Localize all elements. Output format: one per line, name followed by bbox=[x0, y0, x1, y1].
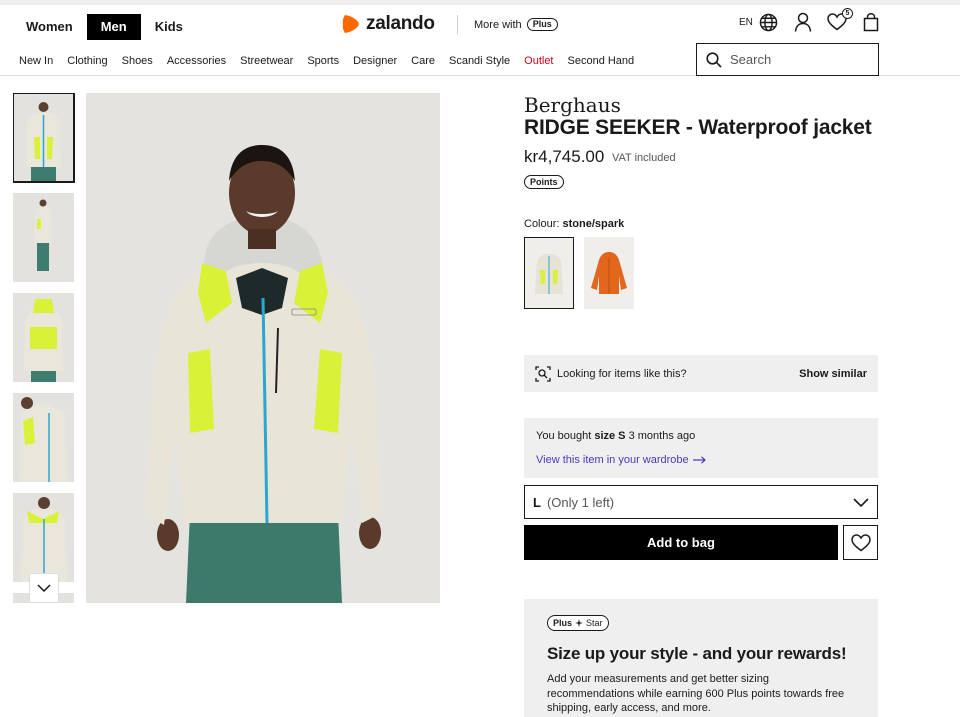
size-availability: (Only 1 left) bbox=[546, 494, 615, 510]
gender-tab-kids[interactable]: Kids bbox=[141, 14, 197, 40]
arrow-right-icon bbox=[692, 456, 706, 464]
plus-badge: Plus bbox=[526, 18, 558, 31]
gender-tab-men[interactable]: Men bbox=[86, 14, 141, 40]
sparkle-icon bbox=[575, 619, 584, 627]
promo-title: Size up your style - and your rewards! bbox=[547, 644, 847, 663]
add-to-bag-button[interactable]: Add to bag bbox=[524, 525, 838, 560]
heart-icon bbox=[850, 533, 871, 551]
search-input[interactable] bbox=[730, 52, 860, 67]
logo-text: zalando bbox=[366, 13, 435, 34]
purchase-suffix: 3 months ago bbox=[628, 430, 696, 442]
show-similar-button[interactable]: Show similar bbox=[799, 368, 867, 380]
heart-icon[interactable]: 5 bbox=[827, 8, 853, 32]
wardrobe-link-label: View this item in your wardrobe bbox=[536, 454, 689, 466]
logo-divider bbox=[457, 15, 458, 34]
top-strip bbox=[0, 0, 960, 5]
product-price: kr4,745.00 bbox=[524, 147, 605, 166]
nav-item-care[interactable]: Care bbox=[411, 55, 435, 67]
colour-swatch-stone-spark[interactable] bbox=[524, 237, 574, 309]
points-badge-label: Points bbox=[530, 177, 558, 187]
purchase-history-text: You bought size S 3 months ago bbox=[536, 430, 866, 442]
product-main-image[interactable] bbox=[86, 93, 440, 603]
nav-item-designer[interactable]: Designer bbox=[353, 55, 397, 67]
chevron-down-icon bbox=[853, 497, 869, 507]
similar-items-text: Looking for items like this? bbox=[557, 367, 687, 380]
colour-value: stone/spark bbox=[562, 218, 625, 230]
nav-item-streetwear[interactable]: Streetwear bbox=[240, 55, 293, 67]
search-box[interactable] bbox=[696, 43, 879, 76]
gender-nav: Women Men Kids bbox=[16, 14, 197, 40]
plus-star-badge-star: Star bbox=[586, 618, 603, 628]
nav-item-scandi-style[interactable]: Scandi Style bbox=[449, 55, 510, 67]
nav-item-outlet[interactable]: Outlet bbox=[524, 55, 553, 67]
bag-icon[interactable] bbox=[861, 12, 881, 32]
plus-promo-card: Plus Star Size up your style - and your … bbox=[524, 599, 878, 717]
colour-label: Colour: stone/spark bbox=[524, 218, 624, 230]
header-icons: EN 5 bbox=[739, 8, 895, 32]
add-to-wishlist-button[interactable] bbox=[843, 525, 878, 560]
product-brand[interactable]: Berghaus bbox=[524, 93, 621, 117]
category-nav: New In Clothing Shoes Accessories Street… bbox=[19, 55, 648, 67]
vat-note: VAT included bbox=[612, 152, 676, 164]
plus-star-badge-plus: Plus bbox=[553, 618, 573, 628]
purchase-size: size S bbox=[594, 430, 626, 442]
thumbnail-strip bbox=[13, 93, 75, 603]
thumbnails-scroll-down-button[interactable] bbox=[29, 573, 59, 603]
nav-item-sports[interactable]: Sports bbox=[307, 55, 339, 67]
colour-label-prefix: Colour: bbox=[524, 218, 560, 230]
purchase-history-box: You bought size S 3 months ago View this… bbox=[524, 418, 878, 478]
search-icon bbox=[706, 51, 722, 68]
thumbnail-3[interactable] bbox=[13, 293, 74, 382]
wishlist-count-badge: 5 bbox=[841, 8, 853, 19]
similar-items-banner: Looking for items like this? Show simila… bbox=[524, 355, 878, 392]
nav-item-second-hand[interactable]: Second Hand bbox=[568, 55, 635, 67]
thumbnail-4[interactable] bbox=[13, 393, 74, 482]
more-with-plus-link[interactable]: More with Plus bbox=[474, 18, 558, 31]
chevron-down-icon bbox=[37, 584, 51, 592]
gender-tab-women[interactable]: Women bbox=[16, 14, 87, 40]
visual-search-icon bbox=[535, 365, 551, 382]
zalando-logo[interactable]: zalando bbox=[342, 13, 435, 35]
plus-badge-label: Plus bbox=[532, 19, 552, 29]
zalando-logo-icon bbox=[342, 15, 359, 33]
nav-item-clothing[interactable]: Clothing bbox=[67, 55, 107, 67]
plus-star-badge: Plus Star bbox=[547, 615, 609, 631]
language-label[interactable]: EN bbox=[739, 17, 753, 28]
more-with-label: More with bbox=[474, 18, 522, 31]
globe-icon[interactable] bbox=[759, 12, 779, 32]
size-select[interactable]: L (Only 1 left) bbox=[524, 485, 878, 519]
points-badge[interactable]: Points bbox=[524, 175, 564, 189]
colour-swatch-orange[interactable] bbox=[584, 237, 634, 309]
nav-item-accessories[interactable]: Accessories bbox=[167, 55, 226, 67]
purchase-prefix: You bought bbox=[536, 430, 592, 442]
thumbnail-5[interactable] bbox=[13, 493, 74, 582]
promo-body: Add your measurements and get better siz… bbox=[547, 673, 845, 714]
selected-size: L bbox=[533, 494, 541, 510]
nav-item-shoes[interactable]: Shoes bbox=[122, 55, 153, 67]
thumbnail-2[interactable] bbox=[13, 193, 74, 282]
view-in-wardrobe-link[interactable]: View this item in your wardrobe bbox=[536, 454, 866, 466]
product-name: RIDGE SEEKER - Waterproof jacket bbox=[524, 116, 872, 139]
user-icon[interactable] bbox=[793, 12, 813, 32]
nav-item-new-in[interactable]: New In bbox=[19, 55, 53, 67]
thumbnail-1[interactable] bbox=[13, 93, 75, 183]
